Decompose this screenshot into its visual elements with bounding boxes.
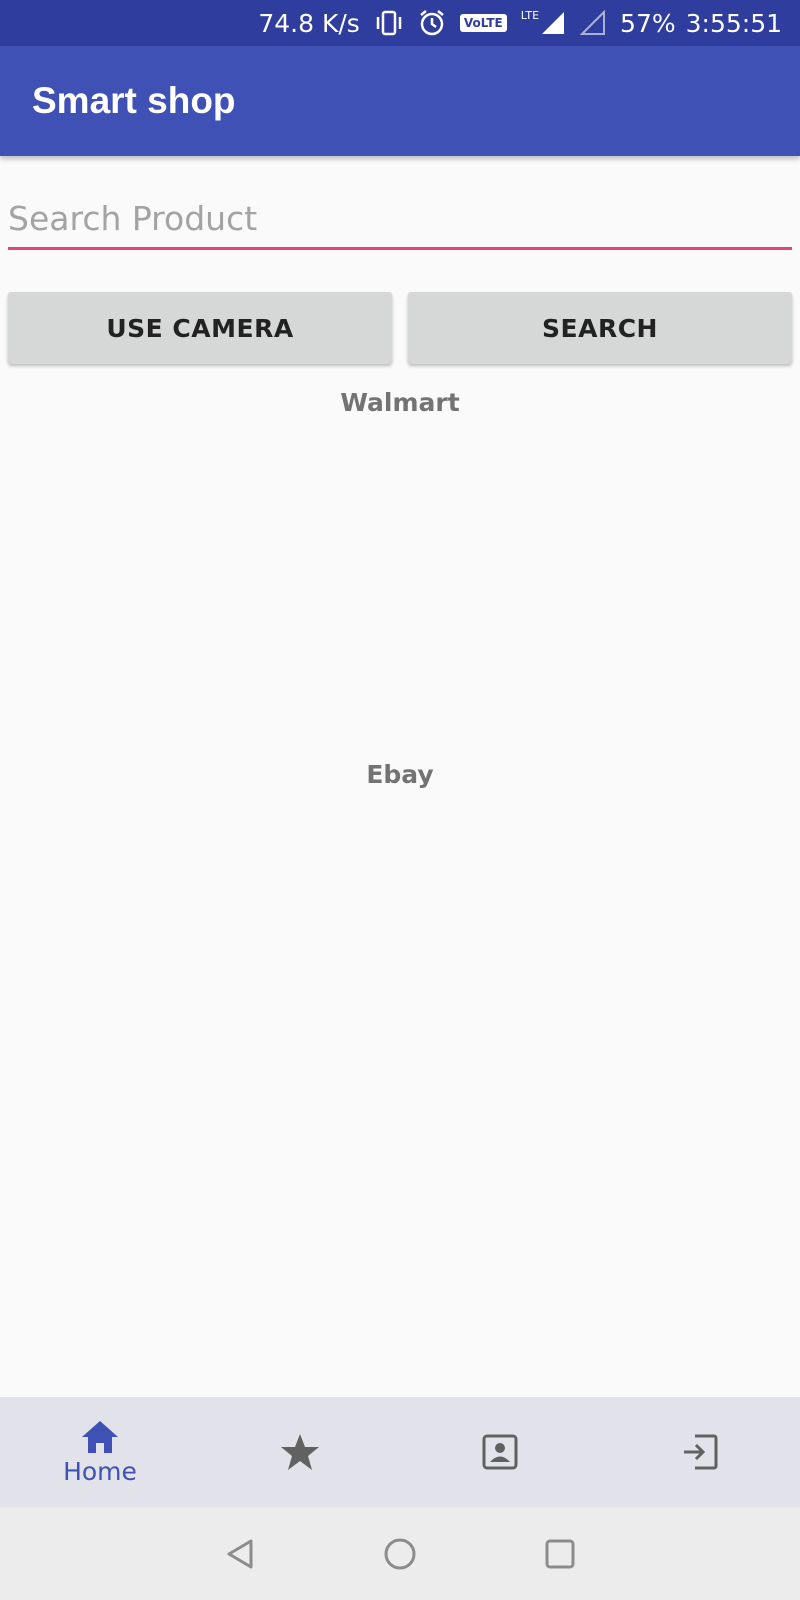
contact-icon [482,1434,518,1470]
nav-label-home: Home [63,1456,137,1486]
lte-signal-icon: LTE [520,8,566,36]
app-title: Smart shop [32,80,236,121]
back-icon [227,1539,253,1568]
bottom-navigation: Home [0,1397,800,1507]
battery-percent: 57% [620,8,676,38]
home-circle-icon [384,1538,416,1569]
ebay-section-label: Ebay [366,760,434,789]
star-icon [281,1434,319,1470]
clock: 3:55:51 [685,8,782,38]
app-bar: Smart shop [0,46,800,156]
system-home-button[interactable] [320,1537,480,1571]
walmart-section-label: Walmart [340,388,460,417]
home-icon [82,1420,118,1453]
system-navigation-bar [0,1507,800,1600]
net-speed: 74.8 K/s [258,8,360,38]
nav-item-logout[interactable] [600,1397,800,1507]
status-bar: 74.8 K/s VoLTE LTE 57% 3:55:51 [0,0,800,46]
nav-item-profile[interactable] [400,1397,600,1507]
recents-icon [545,1539,575,1568]
alarm-icon [418,9,446,37]
system-recents-button[interactable] [480,1537,640,1571]
signal-icon [580,10,606,36]
volte-icon: VoLTE [459,14,507,32]
nav-item-home[interactable]: Home [0,1397,200,1507]
exit-icon [684,1434,718,1470]
use-camera-button[interactable]: USE CAMERA [8,292,392,364]
lte-label: LTE [520,8,540,22]
search-field [8,192,792,250]
search-input[interactable] [8,192,792,244]
system-back-button[interactable] [160,1537,320,1571]
nav-item-favorites[interactable] [200,1397,400,1507]
vibrate-icon [374,9,404,37]
search-button[interactable]: SEARCH [408,292,792,364]
